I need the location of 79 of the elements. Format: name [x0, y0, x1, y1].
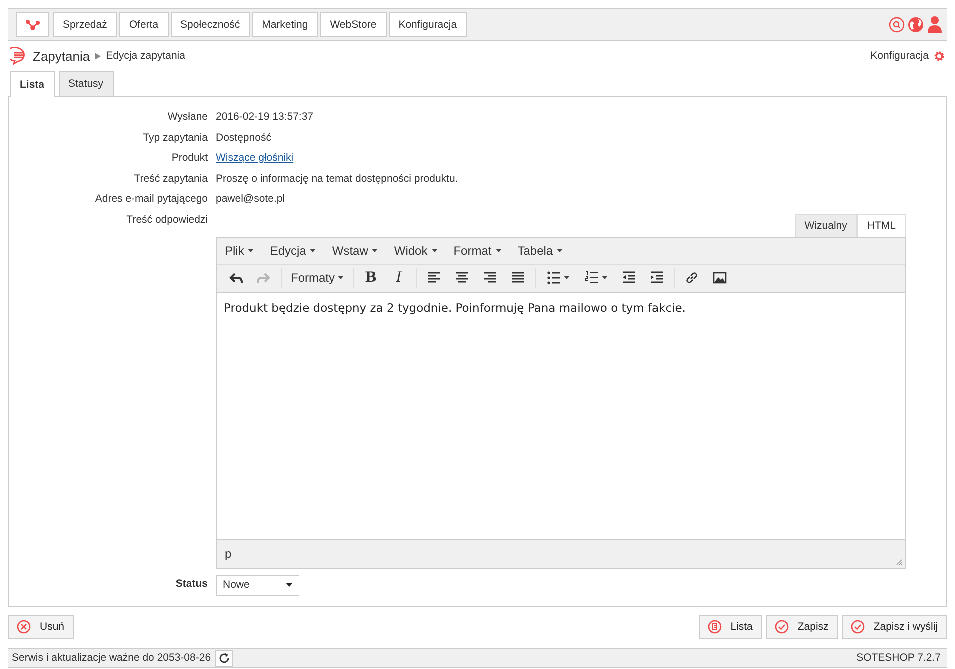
field-label: Wysłane [166, 111, 209, 123]
user-icon[interactable] [927, 16, 943, 33]
caret-icon[interactable] [564, 276, 570, 280]
undo-arrow-icon[interactable] [229, 271, 243, 285]
field-value: 2016-02-19 13:57:37 [216, 111, 314, 123]
tab[interactable]: Lista [10, 71, 55, 97]
version-text: SOTESHOP 7.2.7 [856, 652, 941, 664]
editor-menu-item[interactable]: Edycja [270, 244, 316, 258]
editor-menu-item[interactable]: Plik [225, 244, 254, 258]
field-label: Typ zapytania [142, 132, 209, 144]
align-center-icon[interactable] [455, 271, 470, 285]
nodes-logo-icon [26, 18, 40, 30]
product-link[interactable]: Wiszące głośniki [216, 152, 294, 164]
element-path: p [225, 546, 232, 560]
editor-menu-item[interactable]: Tabela [518, 244, 564, 258]
caret-icon[interactable] [602, 276, 608, 280]
editor-mode-tab[interactable]: Wizualny [794, 214, 858, 236]
refresh-icon [218, 652, 230, 664]
field-value: pawel@sote.pl [216, 193, 286, 205]
bullet-list-icon[interactable] [546, 271, 561, 285]
nav-menu-item[interactable]: Marketing [252, 12, 318, 37]
refresh-button[interactable] [215, 650, 234, 666]
caret-icon [557, 248, 564, 252]
align-right-icon[interactable] [483, 271, 498, 285]
close-circle-icon [17, 620, 31, 634]
status-select[interactable]: Nowe [216, 574, 299, 596]
check-circle-icon [850, 620, 865, 634]
action-button[interactable]: Usuń [8, 615, 74, 639]
tab[interactable]: Statusy [58, 71, 114, 96]
triangle-right-icon [95, 52, 102, 60]
field-label: Treść zapytania [133, 172, 209, 184]
globe-icon[interactable] [908, 16, 924, 32]
justify-icon[interactable] [511, 271, 526, 285]
chat-bubble-icon [10, 47, 28, 65]
editor-menu-item[interactable]: Widok [394, 244, 438, 258]
breadcrumb-link[interactable]: Zapytania [33, 48, 90, 64]
field-label: Produkt [170, 152, 209, 164]
nav-menu-item[interactable]: Społeczność [170, 12, 250, 37]
search-icon[interactable] [889, 16, 905, 32]
action-button[interactable]: Zapisz [766, 615, 838, 639]
settings-icon[interactable] [934, 50, 945, 62]
caret-icon [310, 248, 316, 252]
caret-icon [338, 276, 344, 280]
service-expiry-text: Serwis i aktualizacje ważne do 2053-08-26 [12, 652, 212, 664]
image-icon[interactable] [713, 271, 728, 285]
action-button[interactable]: Zapisz i wyślij [842, 615, 947, 639]
caret-icon [432, 248, 438, 252]
bold-button[interactable]: B [357, 268, 386, 288]
caret-icon [286, 583, 293, 587]
editor-menu-item[interactable]: Wstaw [332, 244, 378, 258]
field-label: Status [174, 576, 209, 590]
field-label: Adres e-mail pytającego [94, 193, 209, 205]
caret-icon [248, 248, 254, 252]
check-circle-icon [774, 620, 789, 634]
resize-grip-icon[interactable] [895, 558, 903, 566]
document-circle-icon [708, 620, 722, 634]
logo-button[interactable] [16, 12, 49, 37]
link-icon[interactable] [685, 271, 700, 285]
outdent-icon[interactable] [622, 271, 636, 285]
breadcrumb-current: Edycja zapytania [106, 50, 186, 62]
editor-text: Produkt będzie dostępny za 2 tygodnie. Poinformuję Pana mailowo o tym fakcie. [224, 300, 687, 314]
caret-icon [496, 248, 502, 252]
caret-icon [372, 248, 378, 252]
italic-button[interactable]: I [385, 268, 414, 288]
action-button[interactable]: Lista [698, 615, 762, 639]
numbered-list-icon[interactable] [584, 271, 599, 285]
formats-dropdown[interactable]: Formaty [285, 268, 350, 288]
config-link[interactable]: Konfiguracja [870, 50, 929, 62]
editor-menu-item[interactable]: Format [454, 244, 502, 258]
field-label: Treść odpowiedzi [126, 214, 209, 226]
nav-menu-item[interactable]: WebStore [320, 12, 387, 37]
field-value: Proszę o informację na temat dostępności produktu. [216, 172, 458, 184]
nav-menu-item[interactable]: Oferta [119, 12, 169, 37]
field-value: Dostępność [216, 132, 272, 144]
nav-menu-item[interactable]: Sprzedaż [53, 12, 118, 37]
editor-mode-tab[interactable]: HTML [857, 214, 906, 236]
align-left-icon[interactable] [427, 271, 442, 285]
nav-menu-item[interactable]: Konfiguracja [388, 12, 468, 37]
indent-icon[interactable] [650, 271, 664, 285]
